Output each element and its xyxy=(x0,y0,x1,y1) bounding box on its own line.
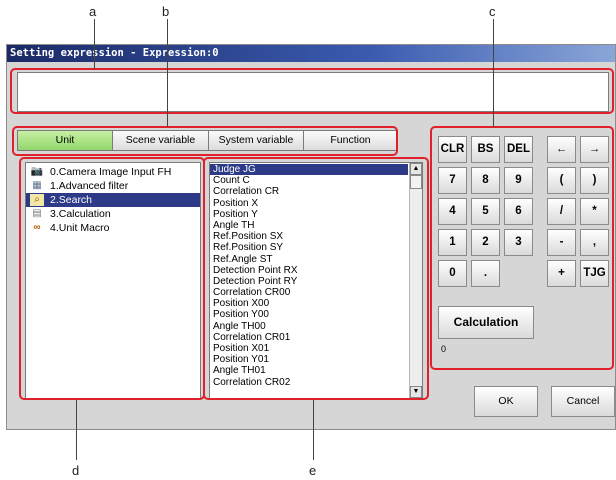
highlight-box-a xyxy=(10,68,614,114)
highlight-box-e xyxy=(203,157,429,400)
callout-b: b xyxy=(162,4,170,19)
leader-line-c xyxy=(493,19,494,127)
highlight-box-b xyxy=(12,126,398,156)
highlight-box-c xyxy=(430,126,614,370)
callout-d: d xyxy=(72,463,80,478)
cancel-button[interactable]: Cancel xyxy=(551,386,615,417)
leader-line-a xyxy=(94,19,95,69)
callout-e: e xyxy=(309,463,317,478)
leader-line-d xyxy=(76,400,77,460)
highlight-box-d xyxy=(19,157,205,400)
leader-line-e xyxy=(313,400,314,460)
dialog-title: Setting expression - Expression:0 xyxy=(7,45,615,62)
callout-a: a xyxy=(89,4,97,19)
leader-line-b xyxy=(167,19,168,127)
callout-c: c xyxy=(489,4,496,19)
ok-button[interactable]: OK xyxy=(474,386,538,417)
